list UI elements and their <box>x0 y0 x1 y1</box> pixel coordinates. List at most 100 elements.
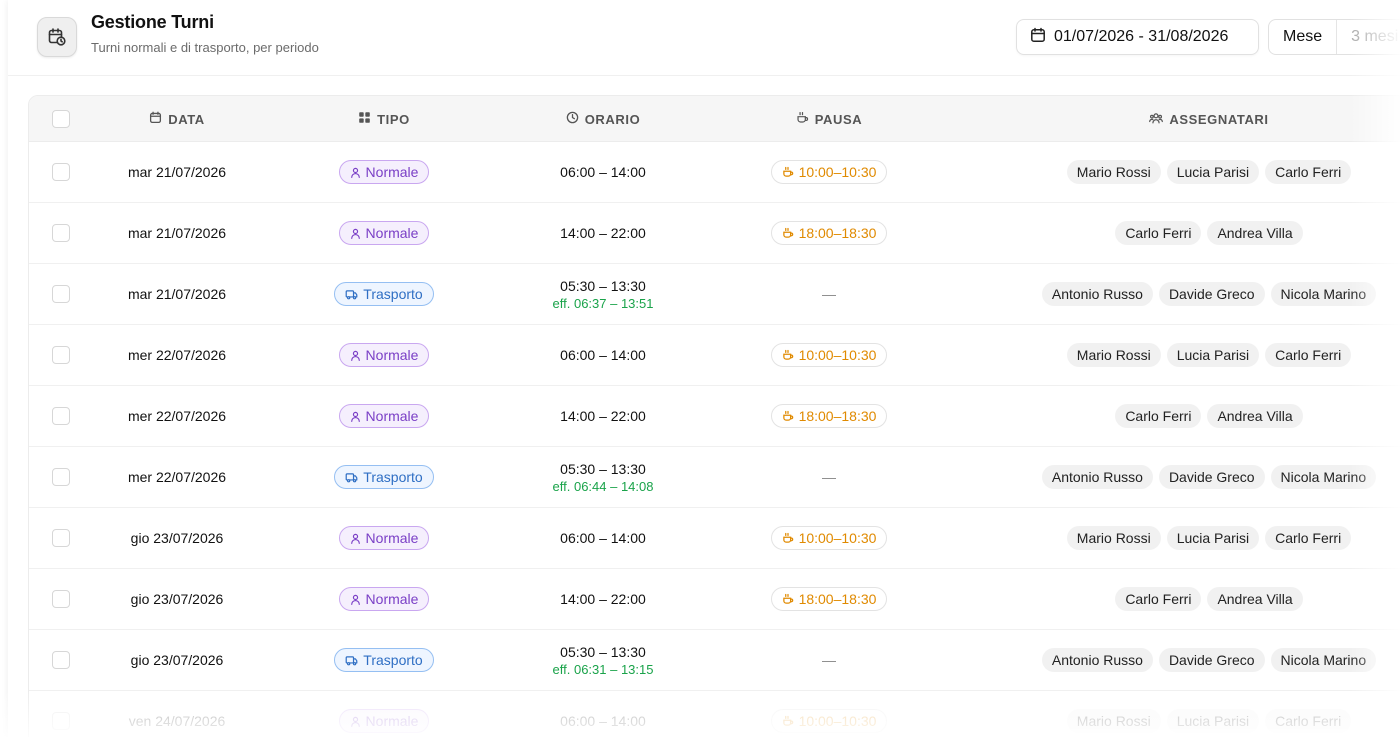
table-row[interactable]: mer 22/07/2026 Normale 06:00 – 14:00 10:00–… <box>29 325 1400 386</box>
column-data[interactable]: DATA <box>117 96 237 142</box>
table-row[interactable]: gio 23/07/2026 Normale 14:00 – 22:00 18:00–… <box>29 569 1400 630</box>
type-cell: Normale <box>324 569 444 629</box>
table-row[interactable]: mar 21/07/2026 Trasporto 05:30 – 13:30 eff.… <box>29 264 1400 325</box>
pause-cell: 10:00–10:30 <box>764 508 894 568</box>
pause-time: 10:00–10:30 <box>798 347 877 363</box>
date-cell: mer 22/07/2026 <box>127 347 227 363</box>
assignee-chip[interactable]: Mario Rossi <box>1066 160 1161 184</box>
scheduled-time: 06:00 – 14:00 <box>560 713 646 729</box>
type-cell: Normale <box>324 508 444 568</box>
row-checkbox[interactable] <box>52 163 70 181</box>
row-checkbox[interactable] <box>52 285 70 303</box>
view-mode-toggle: Mese 3 mesi <box>1268 19 1400 55</box>
assignee-list: Mario Rossi Lucia Parisi Carlo Ferri <box>1066 526 1352 550</box>
assignee-list: Mario Rossi Lucia Parisi Carlo Ferri <box>1066 709 1352 733</box>
assignee-chip[interactable]: Antonio Russo <box>1041 465 1153 489</box>
person-icon <box>350 411 361 422</box>
assignee-chip[interactable]: Carlo Ferri <box>1265 709 1352 733</box>
table-row[interactable]: ven 24/07/2026 Normale 06:00 – 14:00 10:00–… <box>29 691 1400 737</box>
assignee-chip[interactable]: Andrea Villa <box>1207 587 1303 611</box>
assignees-cell: Mario Rossi Lucia Parisi Carlo Ferri <box>959 508 1400 568</box>
time-cell: 14:00 – 22:00 <box>533 203 673 263</box>
assignee-chip[interactable]: Lucia Parisi <box>1166 343 1260 367</box>
pause-cell: — <box>764 264 894 324</box>
assignee-chip[interactable]: Carlo Ferri <box>1115 587 1202 611</box>
assignee-chip[interactable]: Andrea Villa <box>1207 404 1303 428</box>
view-mode-month[interactable]: Mese <box>1269 20 1338 54</box>
type-cell: Normale <box>324 325 444 385</box>
scheduled-time: 05:30 – 13:30 <box>560 460 646 477</box>
type-label: Trasporto <box>363 652 423 668</box>
table-row[interactable]: mer 22/07/2026 Normale 14:00 – 22:00 18:00–… <box>29 386 1400 447</box>
assignee-chip[interactable]: Nicola Marino <box>1270 465 1377 489</box>
column-assegnatari[interactable]: ASSEGNATARI <box>1119 96 1299 142</box>
type-label: Trasporto <box>363 286 423 302</box>
coffee-icon <box>796 111 809 127</box>
row-checkbox[interactable] <box>52 712 70 730</box>
assignee-chip[interactable]: Andrea Villa <box>1207 221 1303 245</box>
page-subtitle: Turni normali e di trasporto, per period… <box>91 40 319 55</box>
date-cell: ven 24/07/2026 <box>128 713 226 729</box>
table-row[interactable]: mer 22/07/2026 Trasporto 05:30 – 13:30 eff.… <box>29 447 1400 508</box>
coffee-icon <box>782 532 794 544</box>
assignees-cell: Carlo Ferri Andrea Villa <box>959 203 1400 263</box>
time-cell: 06:00 – 14:00 <box>533 508 673 568</box>
type-badge-trasporto: Trasporto <box>334 465 434 489</box>
select-all-checkbox[interactable] <box>52 110 70 128</box>
table-row[interactable]: gio 23/07/2026 Normale 06:00 – 14:00 10:00–… <box>29 508 1400 569</box>
calendar-clock-icon <box>37 17 77 57</box>
assignee-chip[interactable]: Antonio Russo <box>1041 648 1153 672</box>
coffee-icon <box>782 166 794 178</box>
column-pausa[interactable]: PAUSA <box>764 96 894 142</box>
assignee-chip[interactable]: Carlo Ferri <box>1115 221 1202 245</box>
row-checkbox[interactable] <box>52 651 70 669</box>
assignee-chip[interactable]: Carlo Ferri <box>1265 526 1352 550</box>
table-row[interactable]: mar 21/07/2026 Normale 06:00 – 14:00 10:00–… <box>29 142 1400 203</box>
pause-badge: 10:00–10:30 <box>770 526 888 550</box>
assignee-chip[interactable]: Lucia Parisi <box>1166 526 1260 550</box>
assignee-chip[interactable]: Nicola Marino <box>1270 282 1377 306</box>
date-cell: mar 21/07/2026 <box>127 286 227 302</box>
assignee-chip[interactable]: Nicola Marino <box>1270 648 1377 672</box>
table-row[interactable]: mar 21/07/2026 Normale 14:00 – 22:00 18:00–… <box>29 203 1400 264</box>
column-tipo[interactable]: TIPO <box>324 96 444 142</box>
row-checkbox[interactable] <box>52 590 70 608</box>
table-row[interactable]: gio 23/07/2026 Trasporto 05:30 – 13:30 eff.… <box>29 630 1400 691</box>
assignee-list: Carlo Ferri Andrea Villa <box>1115 587 1303 611</box>
assignee-chip[interactable]: Lucia Parisi <box>1166 709 1260 733</box>
row-checkbox[interactable] <box>52 224 70 242</box>
pause-cell: 10:00–10:30 <box>764 142 894 202</box>
assignee-chip[interactable]: Mario Rossi <box>1066 526 1161 550</box>
assignee-list: Antonio Russo Davide Greco Nicola Marino <box>1041 465 1377 489</box>
date-cell: mer 22/07/2026 <box>127 469 227 485</box>
bus-icon <box>345 288 358 301</box>
row-checkbox[interactable] <box>52 407 70 425</box>
assignee-chip[interactable]: Carlo Ferri <box>1265 343 1352 367</box>
time-cell: 06:00 – 14:00 <box>533 691 673 737</box>
row-checkbox[interactable] <box>52 468 70 486</box>
assignee-chip[interactable]: Davide Greco <box>1158 648 1265 672</box>
type-cell: Trasporto <box>324 447 444 507</box>
assignee-chip[interactable]: Lucia Parisi <box>1166 160 1260 184</box>
time-cell: 05:30 – 13:30 eff. 06:31 – 13:15 <box>533 630 673 690</box>
assignee-chip[interactable]: Davide Greco <box>1158 282 1265 306</box>
assignee-list: Antonio Russo Davide Greco Nicola Marino <box>1041 648 1377 672</box>
assignee-chip[interactable]: Carlo Ferri <box>1115 404 1202 428</box>
assignee-chip[interactable]: Mario Rossi <box>1066 709 1161 733</box>
assignee-chip[interactable]: Davide Greco <box>1158 465 1265 489</box>
date-range-button[interactable]: 01/07/2026 - 31/08/2026 <box>1016 19 1259 55</box>
assignees-cell: Antonio Russo Davide Greco Nicola Marino <box>959 264 1400 324</box>
view-mode-3-months[interactable]: 3 mesi <box>1337 20 1400 54</box>
row-checkbox[interactable] <box>52 529 70 547</box>
type-cell: Normale <box>324 691 444 737</box>
row-checkbox[interactable] <box>52 346 70 364</box>
assignee-chip[interactable]: Mario Rossi <box>1066 343 1161 367</box>
coffee-icon <box>782 715 794 727</box>
column-orario[interactable]: ORARIO <box>533 96 673 142</box>
assignee-chip[interactable]: Antonio Russo <box>1041 282 1153 306</box>
scheduled-time: 14:00 – 22:00 <box>560 408 646 424</box>
assignee-chip[interactable]: Carlo Ferri <box>1265 160 1352 184</box>
date-cell: gio 23/07/2026 <box>130 652 224 668</box>
assignees-cell: Antonio Russo Davide Greco Nicola Marino <box>959 630 1400 690</box>
pause-time: 18:00–18:30 <box>798 591 877 607</box>
